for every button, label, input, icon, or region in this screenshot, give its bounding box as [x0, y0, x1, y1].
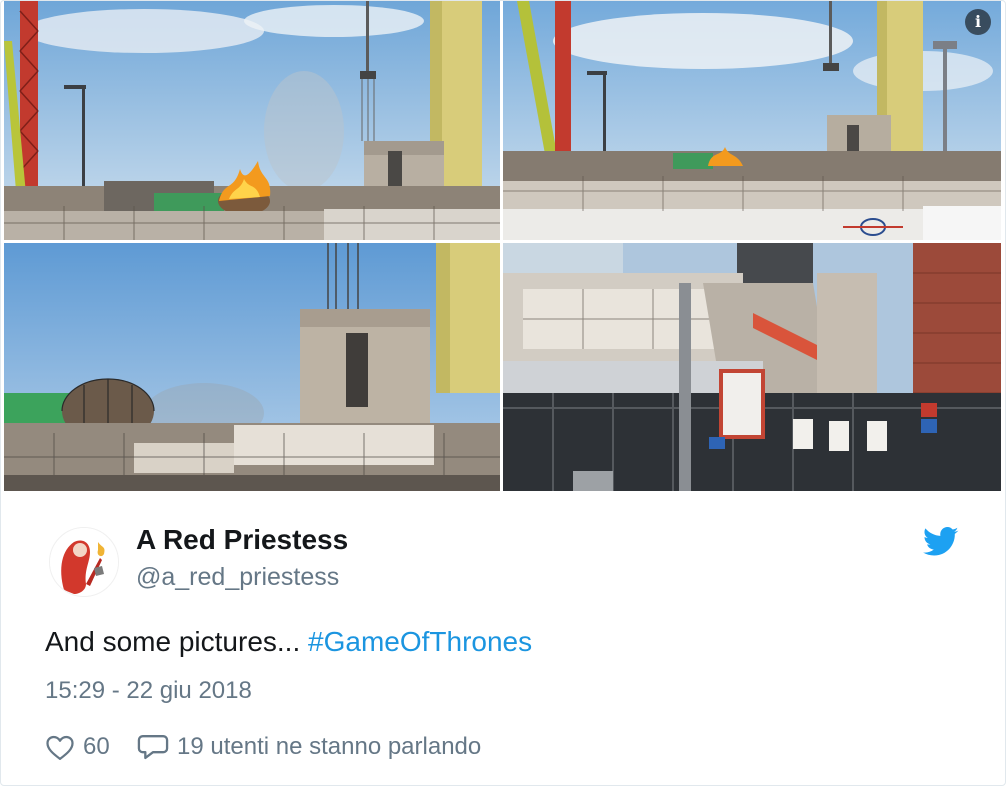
photo-1[interactable] — [4, 1, 500, 240]
talking-count-label: 19 utenti ne stanno parlando — [177, 733, 482, 760]
tweet-body-text: And some pictures... — [45, 626, 309, 657]
likes-count: 60 — [83, 733, 110, 760]
author-header: A Red Priestess @a_red_priestess — [49, 521, 969, 601]
photo-4[interactable] — [503, 243, 1001, 491]
heart-outline-icon — [46, 735, 74, 760]
speech-bubble-icon — [137, 735, 169, 760]
user-handle[interactable]: @a_red_priestess — [136, 563, 339, 592]
photo-3[interactable] — [4, 243, 500, 491]
display-name[interactable]: A Red Priestess — [136, 524, 348, 556]
info-icon[interactable]: i — [965, 9, 991, 35]
photo-2[interactable]: i — [503, 1, 1001, 240]
tweet-timestamp[interactable]: 15:29 - 22 giu 2018 — [45, 677, 252, 705]
like-button[interactable]: 60 — [45, 729, 110, 765]
hashtag-link[interactable]: #GameOfThrones — [308, 626, 532, 657]
twitter-bird-icon[interactable] — [923, 527, 959, 557]
media-grid: i — [4, 1, 1001, 491]
red-priestess-avatar[interactable] — [49, 527, 119, 597]
conversation-link[interactable]: 19 utenti ne stanno parlando — [137, 729, 481, 765]
tweet-card: i A Red Priestess @a_red_priestess And s… — [0, 0, 1006, 786]
tweet-text: And some pictures... #GameOfThrones — [45, 626, 532, 658]
